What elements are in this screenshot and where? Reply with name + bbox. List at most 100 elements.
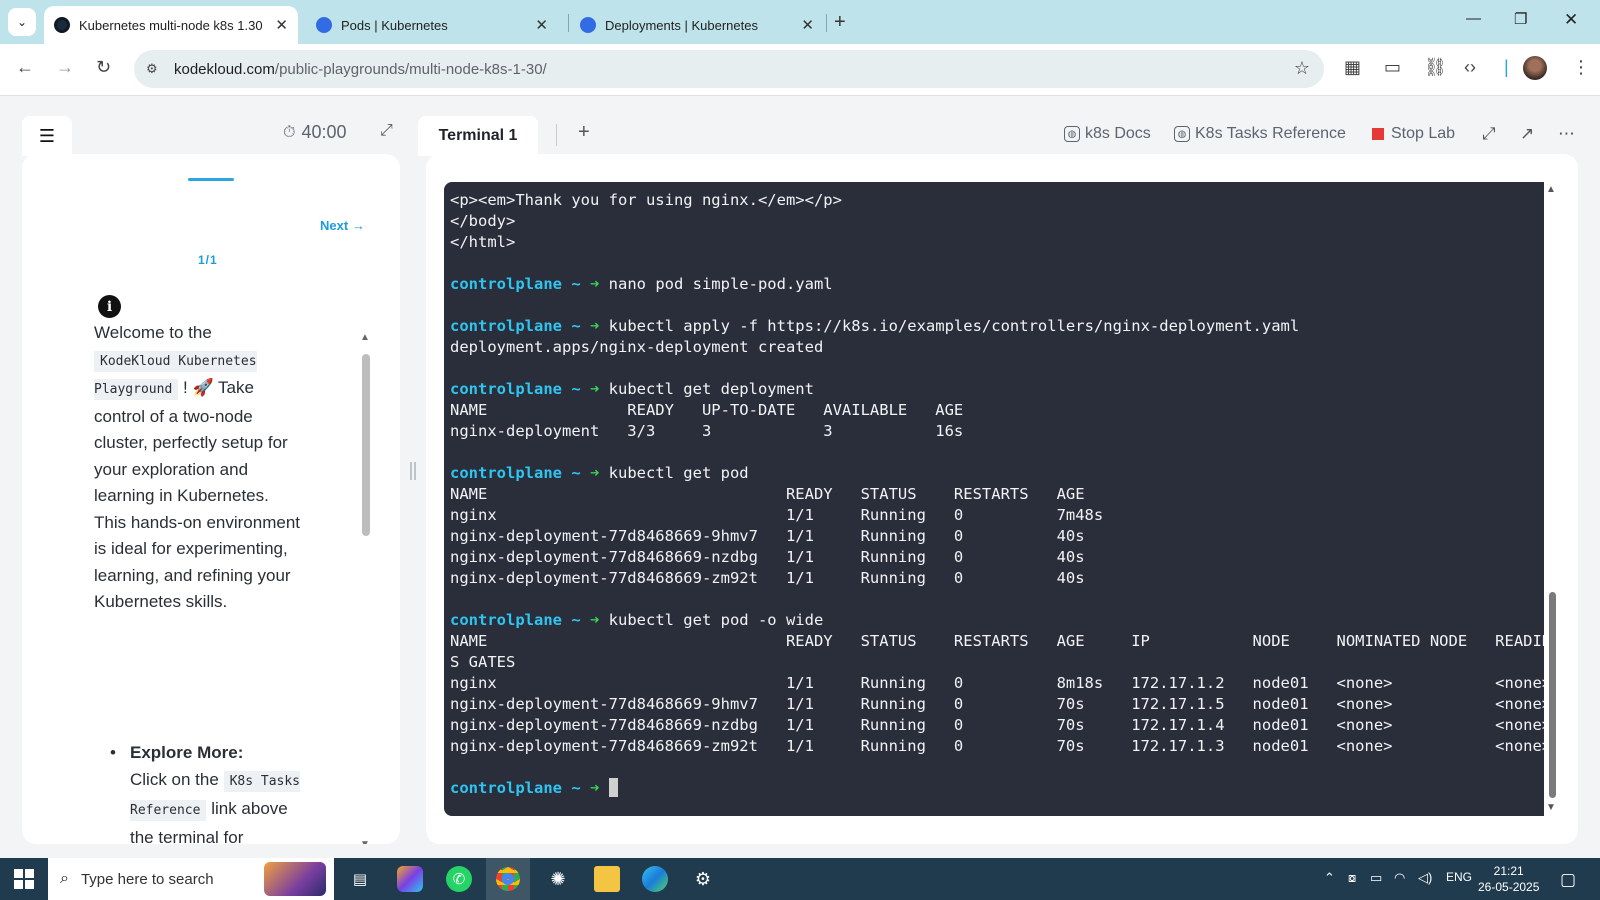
notifications-icon[interactable]: ▢ (1560, 870, 1576, 890)
taskbar-search-placeholder: Type here to search (80, 870, 214, 888)
tab-separator (568, 14, 569, 32)
close-tab-icon[interactable]: ✕ (275, 16, 288, 34)
terminal-scrollbar[interactable] (1549, 592, 1556, 798)
tab-search-button[interactable]: ⌄ (8, 8, 36, 36)
terminal-output-line: nginx-deployment-77d8468669-9hmv7 1/1 Ru… (450, 527, 1085, 545)
prompt-text: controlplane ~ (450, 275, 590, 293)
close-window-icon[interactable]: ✕ (1564, 10, 1578, 30)
browser-tab-pods[interactable]: Pods | Kubernetes ✕ (306, 6, 558, 44)
terminal-cursor (608, 778, 618, 797)
more-options-icon[interactable]: ⋯ (1558, 124, 1575, 144)
scroll-down-icon[interactable]: ▼ (1546, 802, 1556, 813)
prompt-arrow-icon: ➜ (589, 464, 609, 482)
link-icon[interactable]: ⛓ (1424, 57, 1447, 78)
language-indicator[interactable]: ENG (1446, 870, 1472, 884)
instructions-scrollbar[interactable] (362, 354, 370, 536)
browser-tab-deployments[interactable]: Deployments | Kubernetes ✕ (570, 6, 824, 44)
settings-gear-icon[interactable]: ⚙ (690, 866, 716, 892)
open-external-icon[interactable]: ↗ (1520, 124, 1534, 144)
expand-icon[interactable]: ⤢ (380, 122, 393, 140)
minimize-icon[interactable]: — (1466, 10, 1481, 27)
browser-tab-active[interactable]: Kubernetes multi-node k8s 1.30 ✕ (44, 6, 298, 44)
terminal-output-line: nginx 1/1 Running 0 7m48s (450, 506, 1104, 524)
forward-icon[interactable]: → (56, 57, 74, 78)
page-counter: 1/1 (198, 253, 218, 267)
stop-lab-label: Stop Lab (1391, 125, 1456, 142)
terminal-output-line: NAME READY STATUS RESTARTS AGE (450, 485, 1085, 503)
table-of-contents-icon[interactable]: ☰ (22, 116, 72, 156)
k8s-tasks-label: K8s Tasks Reference (1195, 125, 1346, 142)
back-icon[interactable]: ← (16, 57, 34, 78)
terminal-tab[interactable]: Terminal 1 (418, 116, 538, 156)
prompt-arrow-icon: ➜ (589, 380, 609, 398)
terminal-output-line: </body> (450, 212, 516, 230)
scroll-down-icon[interactable]: ▼ (360, 839, 370, 844)
site-info-icon[interactable]: ⚙ (146, 61, 164, 77)
prompt-text: controlplane ~ (450, 611, 590, 629)
timer-value: 40:00 (301, 122, 347, 142)
lab-page: ☰ ⏱ 40:00 ⤢ Next → 1/1 i Welcome to the … (0, 96, 1600, 858)
terminal-output-line: nginx-deployment-77d8468669-9hmv7 1/1 Ru… (450, 695, 1544, 713)
windows-start-icon[interactable] (14, 869, 34, 889)
profile-avatar[interactable] (1523, 56, 1547, 80)
globe-icon: ◍ (1174, 126, 1190, 142)
taskbar-search[interactable]: ⌕ Type here to search (48, 858, 334, 900)
restore-icon[interactable]: ❐ (1514, 10, 1527, 28)
split-view-icon[interactable]: ▦ (1344, 57, 1361, 78)
show-hidden-icons[interactable]: ⌃ (1324, 870, 1335, 886)
close-tab-icon[interactable]: ✕ (801, 16, 814, 34)
prompt-arrow-icon: ➜ (589, 317, 609, 335)
task-view-icon[interactable]: ▤ (347, 866, 373, 892)
browser-menu-icon[interactable]: ⋮ (1572, 57, 1590, 78)
file-explorer-icon[interactable] (594, 866, 620, 892)
volume-icon[interactable]: ◁) (1418, 870, 1432, 886)
wifi-icon[interactable]: ◠ (1394, 870, 1405, 886)
scroll-up-icon[interactable]: ▲ (360, 332, 370, 343)
kodekloud-favicon-icon (54, 17, 70, 33)
terminal-screen[interactable]: <p><em>Thank you for using nginx.</em></… (444, 182, 1544, 816)
browser-tab-strip: ⌄ Kubernetes multi-node k8s 1.30 ✕ Pods … (0, 0, 1600, 44)
copilot-icon[interactable] (397, 866, 423, 892)
command-text: kubectl apply -f https://k8s.io/examples… (608, 317, 1300, 335)
kubernetes-favicon-icon (316, 17, 332, 33)
camera-icon[interactable]: ⧇ (1348, 870, 1356, 886)
battery-icon[interactable]: ▭ (1370, 870, 1382, 886)
chrome-taskbar-button[interactable] (486, 858, 530, 900)
k8s-tasks-reference-link[interactable]: ◍ K8s Tasks Reference (1174, 125, 1346, 143)
tab-title: Deployments | Kubernetes (605, 17, 758, 33)
k8s-docs-link[interactable]: ◍ k8s Docs (1064, 125, 1151, 143)
command-text: kubectl get pod -o wide (608, 611, 824, 629)
next-button[interactable]: Next → (320, 218, 365, 233)
fullscreen-icon[interactable]: ⤢ (1482, 124, 1496, 144)
prompt-arrow-icon: ➜ (589, 275, 609, 293)
terminal-output-line: NAME READY UP-TO-DATE AVAILABLE AGE (450, 401, 964, 419)
dev-tools-icon[interactable]: ‹› (1464, 57, 1476, 78)
tab-title: Kubernetes multi-node k8s 1.30 (79, 17, 263, 33)
globe-icon: ◍ (1064, 126, 1080, 142)
whatsapp-icon[interactable]: ✆ (446, 866, 472, 892)
prompt-arrow-icon: ➜ (589, 779, 609, 797)
bookmark-star-icon[interactable]: ☆ (1294, 58, 1310, 79)
add-terminal-icon[interactable]: + (578, 121, 590, 144)
panel-resize-handle[interactable] (410, 462, 416, 480)
kubernetes-favicon-icon (580, 17, 596, 33)
explore-text: Click on the (130, 770, 219, 789)
prompt-text: controlplane ~ (450, 380, 590, 398)
edge-icon[interactable] (642, 866, 668, 892)
taskbar-clock[interactable]: 21:21 26-05-2025 (1478, 863, 1539, 895)
address-bar[interactable]: ⚙ kodekloud.com/public-playgrounds/multi… (134, 50, 1324, 88)
close-tab-icon[interactable]: ✕ (535, 16, 548, 34)
terminal-output-line: nginx-deployment-77d8468669-nzdbg 1/1 Ru… (450, 548, 1085, 566)
scroll-up-icon[interactable]: ▲ (1546, 184, 1556, 195)
command-text: nano pod simple-pod.yaml (608, 275, 833, 293)
command-text: kubectl get deployment (608, 380, 814, 398)
reload-icon[interactable]: ↻ (96, 57, 111, 78)
chatgpt-icon[interactable]: ✺ (545, 866, 571, 892)
chrome-icon (496, 867, 520, 891)
terminal-output-line: S GATES (450, 653, 516, 671)
new-tab-icon[interactable]: + (834, 11, 846, 34)
cast-icon[interactable]: ▭ (1384, 57, 1401, 78)
windows-taskbar: ⌕ Type here to search ▤ ✆ ✺ ⚙ ⌃ ⧇ ▭ ◠ ◁)… (0, 858, 1600, 900)
stop-lab-button[interactable]: Stop Lab (1372, 125, 1455, 143)
